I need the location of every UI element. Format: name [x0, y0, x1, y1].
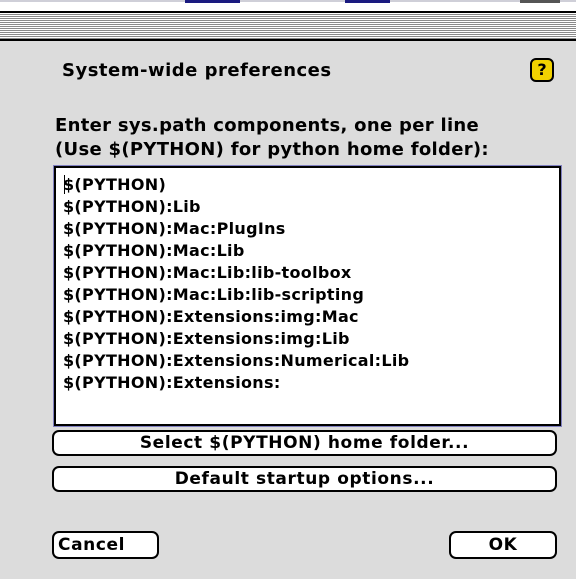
path-line: $(PYTHON):Mac:Lib:lib-toolbox — [63, 263, 352, 282]
path-line: $(PYTHON):Extensions: — [63, 373, 281, 392]
path-line: $(PYTHON):Mac:Lib:lib-scripting — [63, 285, 365, 304]
path-line: $(PYTHON):Extensions:img:Lib — [63, 329, 350, 348]
path-line: $(PYTHON):Mac:PlugIns — [63, 219, 286, 238]
path-line: $(PYTHON):Lib — [63, 197, 201, 216]
path-line: $(PYTHON):Mac:Lib — [63, 241, 245, 260]
help-icon[interactable]: ? — [530, 58, 554, 82]
default-startup-options-button[interactable]: Default startup options... — [52, 466, 557, 492]
ok-button[interactable]: OK — [449, 531, 557, 559]
path-line: $(PYTHON):Extensions:Numerical:Lib — [63, 351, 410, 370]
sys-path-textarea[interactable]: $(PYTHON) $(PYTHON):Lib $(PYTHON):Mac:Pl… — [54, 166, 561, 426]
cancel-button[interactable]: Cancel — [52, 531, 159, 559]
dialog-heading: System-wide preferences — [62, 60, 332, 81]
select-home-folder-button[interactable]: Select $(PYTHON) home folder... — [52, 430, 557, 456]
background-window-fragments — [0, 0, 576, 6]
path-line: $(PYTHON):Extensions:img:Mac — [63, 307, 359, 326]
text-caret — [64, 175, 65, 194]
instruction-line-2: (Use $(PYTHON) for python home folder): — [55, 139, 489, 160]
instruction-line-1: Enter sys.path components, one per line — [55, 115, 480, 136]
path-line: $(PYTHON) — [63, 175, 167, 194]
window-title-bar[interactable] — [0, 11, 576, 41]
